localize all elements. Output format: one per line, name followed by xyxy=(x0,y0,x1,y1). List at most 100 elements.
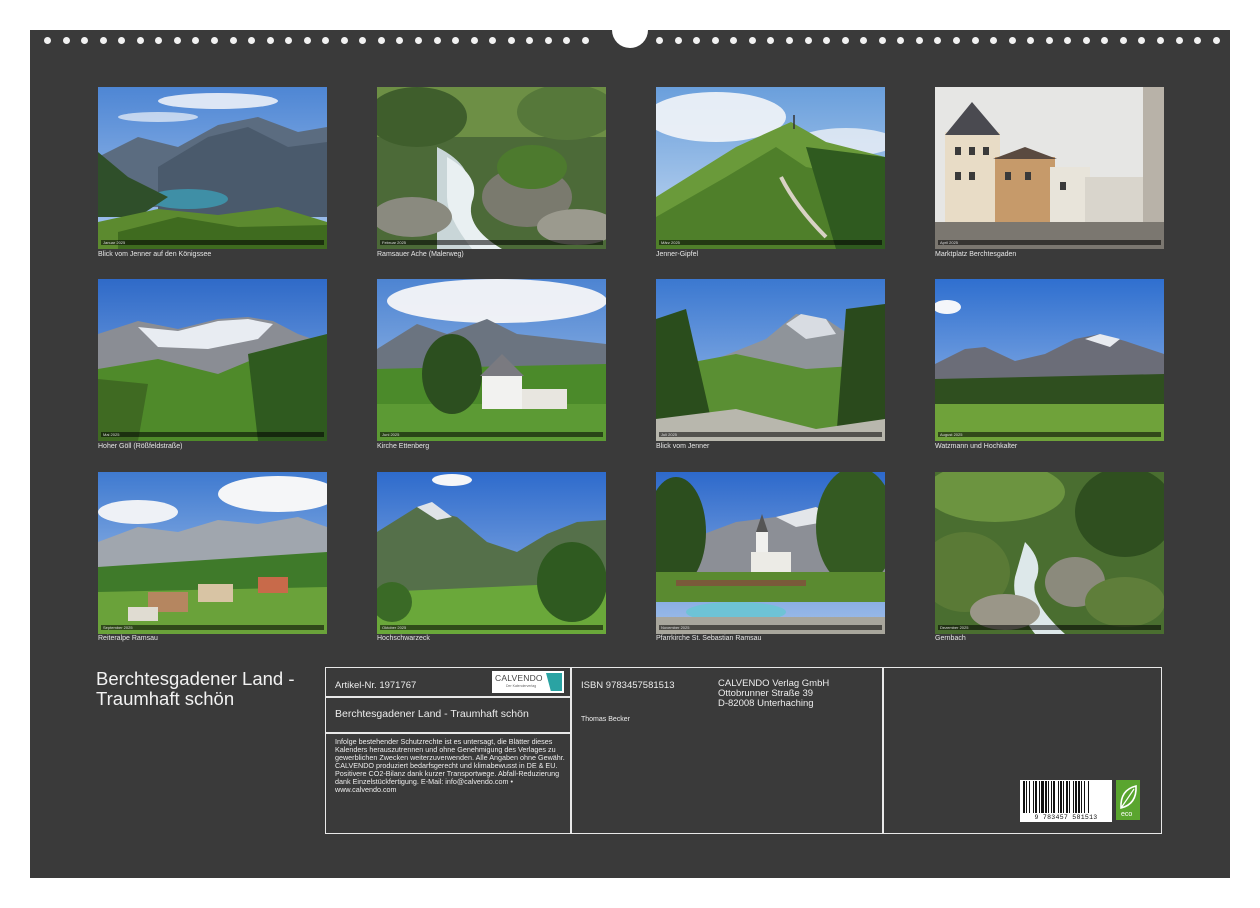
spiral-hole xyxy=(1045,37,1053,44)
spiral-hole xyxy=(359,37,367,44)
strip-month-label: August 2025 xyxy=(940,432,963,437)
barcode-bar xyxy=(1078,781,1080,813)
divider xyxy=(326,696,570,698)
photo-caption: Hochschwarzeck xyxy=(377,635,430,642)
isbn: ISBN 9783457581513 xyxy=(581,680,675,691)
spiral-hole xyxy=(823,37,831,44)
barcode-bar xyxy=(1029,781,1030,813)
spiral-hole xyxy=(656,37,664,44)
spiral-hole xyxy=(581,37,589,44)
spiral-hole xyxy=(786,37,793,44)
spiral-hole xyxy=(303,37,311,44)
photo-caption: Marktplatz Berchtesgaden xyxy=(935,251,1017,258)
barcode-bar xyxy=(1066,781,1068,813)
spiral-hole xyxy=(1027,37,1035,44)
spiral-hole xyxy=(81,37,89,44)
spiral-hole xyxy=(136,37,144,44)
spiral-hole xyxy=(526,37,534,44)
barcode-bar xyxy=(1069,781,1070,813)
spiral-hole xyxy=(229,37,237,44)
photo-caption: Ramsauer Ache (Malerweg) xyxy=(377,251,464,258)
spiral-hole xyxy=(507,37,515,44)
spiral-hole xyxy=(1101,37,1109,44)
spiral-hole xyxy=(155,37,163,44)
photo-january: Januar 2025 xyxy=(98,87,327,249)
photo-caption: Jenner-Gipfel xyxy=(656,251,699,258)
photo-may: Mai 2025 xyxy=(98,279,327,441)
calendar-strip xyxy=(380,432,603,437)
article-number: Artikel-Nr. 1971767 xyxy=(335,680,417,691)
spiral-hole xyxy=(1157,37,1164,44)
calendar-strip xyxy=(938,240,1161,245)
strip-month-label: November 2025 xyxy=(661,625,690,630)
spiral-hole xyxy=(915,37,923,44)
calendar-strip xyxy=(938,625,1161,630)
publisher-city: D-82008 Unterhaching xyxy=(718,698,814,709)
barcode-bars xyxy=(1023,781,1089,813)
logo-mark-icon xyxy=(546,673,562,691)
spiral-hole xyxy=(44,37,51,44)
divider xyxy=(326,732,570,734)
spiral-hole xyxy=(1175,37,1183,44)
strip-month-label: März 2025 xyxy=(661,240,680,245)
spiral-hole xyxy=(340,37,348,44)
spiral-hole xyxy=(470,37,478,44)
spiral-hole xyxy=(934,37,942,44)
divider xyxy=(882,668,884,833)
spiral-hole xyxy=(841,37,849,44)
logo-subtext: Der Kalenderverlag xyxy=(506,684,537,688)
spiral-hole xyxy=(730,37,738,44)
strip-month-label: April 2025 xyxy=(940,240,959,245)
spiral-hole xyxy=(285,37,293,44)
spiral-hole xyxy=(897,37,905,44)
calendar-sheet: Januar 2025 Blick vom Jenner auf den Kön… xyxy=(30,20,1230,878)
spiral-hole xyxy=(804,37,812,44)
barcode-bar xyxy=(1063,781,1064,813)
spiral-hole xyxy=(990,37,998,44)
eco-label: eco xyxy=(1121,811,1133,818)
spiral-hole xyxy=(693,37,701,44)
spiral-hole xyxy=(377,37,385,44)
spiral-hole xyxy=(489,37,497,44)
spiral-hole xyxy=(674,37,682,44)
spiral-hole xyxy=(971,37,979,44)
strip-month-label: Juli 2025 xyxy=(661,432,678,437)
barcode-bar xyxy=(1084,781,1085,813)
spiral-hole xyxy=(1064,37,1072,44)
barcode-bar xyxy=(1073,781,1074,813)
spiral-hole xyxy=(1119,37,1127,44)
calendar-strip xyxy=(380,240,603,245)
calendar-strip xyxy=(938,432,1161,437)
barcode-bar xyxy=(1048,781,1049,813)
calendar-title: Berchtesgadener Land - Traumhaft schön xyxy=(96,668,295,709)
photo-august: August 2025 xyxy=(935,279,1164,441)
spiral-hole xyxy=(1194,37,1202,44)
barcode-bar xyxy=(1081,781,1082,813)
spiral-hole xyxy=(248,37,256,44)
spiral-hole xyxy=(563,37,571,44)
photo-july: Juli 2025 xyxy=(656,279,885,441)
spiral-hole xyxy=(396,37,404,44)
spiral-hole xyxy=(1082,37,1090,44)
photo-october: Oktober 2025 xyxy=(377,472,606,634)
eco-badge: eco xyxy=(1116,780,1140,820)
barcode-bar xyxy=(1045,781,1047,813)
spiral-hole xyxy=(1138,37,1146,44)
legal-text: Infolge bestehender Schutzrechte ist es … xyxy=(335,737,565,794)
barcode-bar xyxy=(1060,781,1062,813)
strip-month-label: Februar 2025 xyxy=(382,240,407,245)
info-box: Artikel-Nr. 1971767 CALVENDO Der Kalende… xyxy=(325,667,1162,834)
barcode-bar xyxy=(1075,781,1077,813)
spiral-hole xyxy=(173,37,181,44)
barcode: 9 783457 581513 xyxy=(1020,780,1112,822)
spiral-hole xyxy=(118,37,126,44)
spiral-hole xyxy=(452,37,460,44)
photo-march: März 2025 xyxy=(656,87,885,249)
photo-caption: Pfarrkirche St. Sebastian Ramsau xyxy=(656,635,762,642)
spiral-hole xyxy=(878,37,886,44)
barcode-bar xyxy=(1058,781,1059,813)
strip-month-label: September 2025 xyxy=(103,625,133,630)
spiral-hole xyxy=(767,37,775,44)
calendar-strip xyxy=(659,432,882,437)
spiral-hole xyxy=(1008,37,1016,44)
